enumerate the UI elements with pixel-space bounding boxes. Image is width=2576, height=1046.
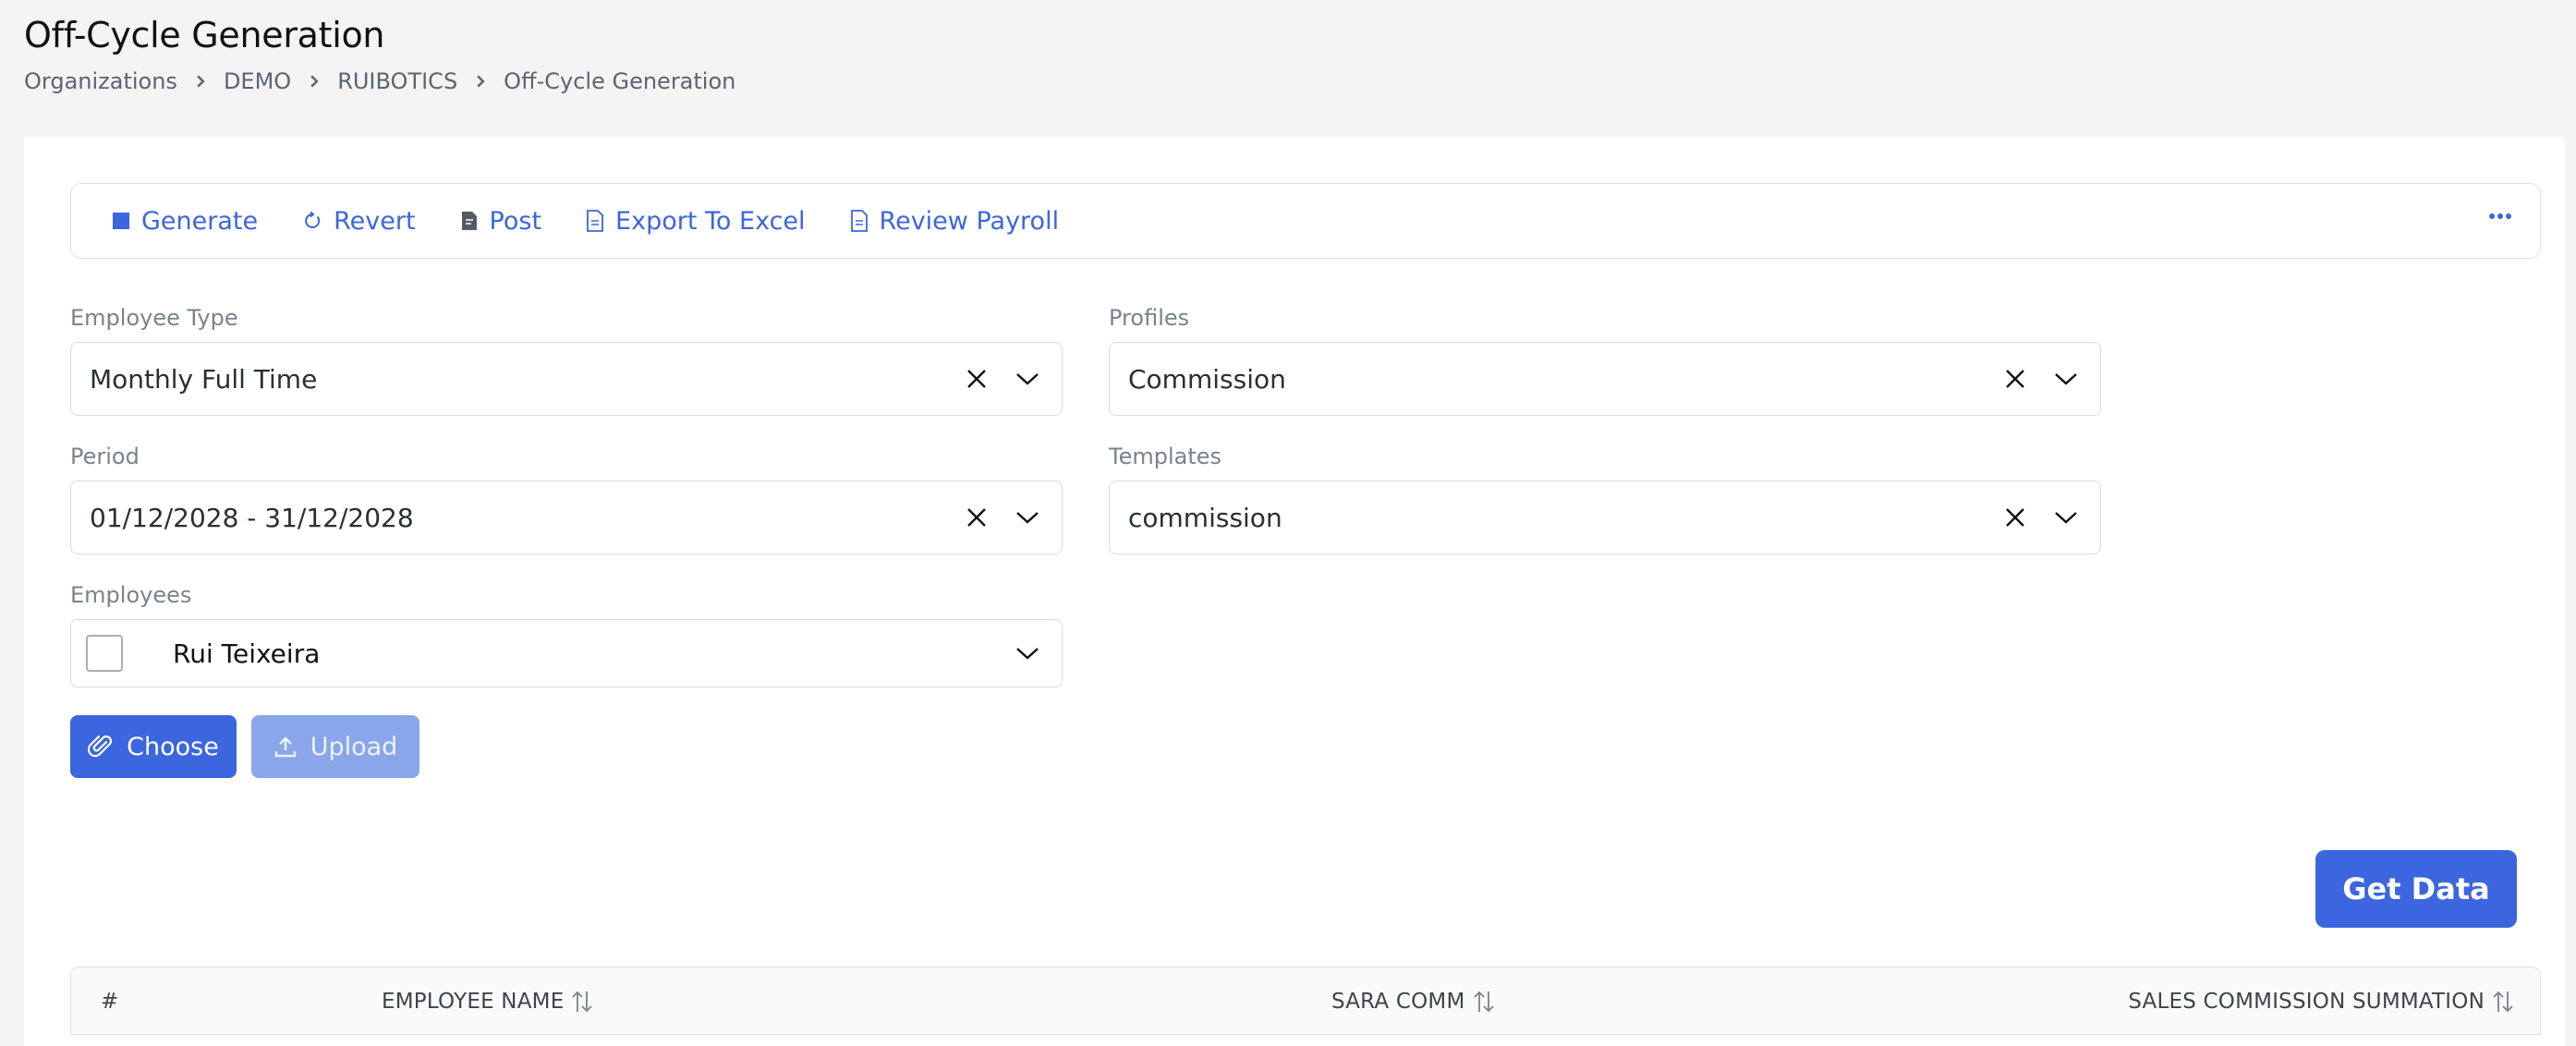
post-button[interactable]: Post xyxy=(460,206,542,236)
employee-type-select[interactable]: Monthly Full Time xyxy=(70,342,1063,416)
file-icon xyxy=(586,210,604,232)
generate-label: Generate xyxy=(141,206,259,236)
breadcrumb-organizations[interactable]: Organizations xyxy=(24,68,177,94)
upload-button[interactable]: Upload xyxy=(251,715,419,778)
chevron-down-icon[interactable] xyxy=(2054,510,2078,525)
employee-type-label: Employee Type xyxy=(70,305,238,331)
revert-button[interactable]: Revert xyxy=(302,206,416,236)
templates-label: Templates xyxy=(1109,444,1222,469)
chevron-right-icon xyxy=(474,75,487,88)
sort-icon[interactable] xyxy=(2485,990,2514,1014)
chevron-right-icon xyxy=(308,75,321,88)
profiles-select[interactable]: Commission xyxy=(1109,342,2101,416)
page-title: Off-Cycle Generation xyxy=(24,15,385,55)
breadcrumb: Organizations DEMO RUIBOTICS Off-Cycle G… xyxy=(24,68,735,94)
toolbar: Generate Revert Post Export To Excel Rev… xyxy=(70,183,2541,259)
templates-select[interactable]: commission xyxy=(1109,480,2101,554)
column-header-employee-name[interactable]: EMPLOYEE NAME xyxy=(382,990,593,1014)
more-options-icon[interactable] xyxy=(2488,206,2512,224)
post-label: Post xyxy=(489,206,542,236)
templates-value: commission xyxy=(1128,502,1282,533)
main-card: Generate Revert Post Export To Excel Rev… xyxy=(24,137,2565,1046)
column-header-sales-commission-summation[interactable]: SALES COMMISSION SUMMATION xyxy=(2128,990,2514,1014)
upload-icon xyxy=(273,735,310,759)
page-header: Off-Cycle Generation Organizations DEMO … xyxy=(24,15,735,94)
revert-label: Revert xyxy=(334,206,416,236)
paperclip-icon xyxy=(88,734,127,760)
column-header-index: # xyxy=(101,990,119,1014)
clear-icon[interactable] xyxy=(2004,506,2026,529)
profiles-value: Commission xyxy=(1128,363,1286,395)
export-excel-label: Export To Excel xyxy=(615,206,806,236)
profiles-label: Profiles xyxy=(1109,305,1190,331)
chevron-down-icon[interactable] xyxy=(1015,510,1039,525)
clear-icon[interactable] xyxy=(966,506,988,529)
document-icon xyxy=(460,211,479,231)
get-data-button[interactable]: Get Data xyxy=(2315,850,2517,928)
choose-label: Choose xyxy=(127,732,219,761)
period-value: 01/12/2028 - 31/12/2028 xyxy=(90,502,414,533)
table-header: # EMPLOYEE NAME SARA COMM SALES COMMISSI… xyxy=(70,967,2541,1035)
generate-button[interactable]: Generate xyxy=(112,207,258,236)
file-icon xyxy=(850,210,869,232)
employees-value: Rui Teixeira xyxy=(173,638,321,669)
chevron-right-icon xyxy=(194,75,207,88)
chevron-down-icon[interactable] xyxy=(2054,371,2078,386)
export-excel-button[interactable]: Export To Excel xyxy=(586,207,806,236)
employees-select[interactable]: Rui Teixeira xyxy=(70,619,1063,687)
choose-button[interactable]: Choose xyxy=(70,715,237,778)
period-select[interactable]: 01/12/2028 - 31/12/2028 xyxy=(70,480,1063,554)
employee-type-value: Monthly Full Time xyxy=(90,363,318,395)
breadcrumb-ruibotics[interactable]: RUIBOTICS xyxy=(337,68,457,94)
refresh-icon xyxy=(302,211,322,231)
clear-icon[interactable] xyxy=(966,368,988,390)
employee-checkbox[interactable] xyxy=(86,635,123,672)
clear-icon[interactable] xyxy=(2004,368,2026,390)
period-label: Period xyxy=(70,444,140,469)
breadcrumb-demo[interactable]: DEMO xyxy=(224,68,291,94)
sort-icon[interactable] xyxy=(564,990,593,1014)
chevron-down-icon[interactable] xyxy=(1015,371,1039,386)
column-header-sara-comm[interactable]: SARA COMM xyxy=(1331,990,1495,1014)
square-icon xyxy=(112,212,130,230)
employees-label: Employees xyxy=(70,582,192,608)
review-payroll-label: Review Payroll xyxy=(879,206,1060,236)
breadcrumb-current: Off-Cycle Generation xyxy=(504,68,736,94)
sort-icon[interactable] xyxy=(1465,990,1495,1014)
review-payroll-button[interactable]: Review Payroll xyxy=(850,206,1060,236)
upload-label: Upload xyxy=(310,732,398,761)
chevron-down-icon[interactable] xyxy=(1015,646,1039,661)
